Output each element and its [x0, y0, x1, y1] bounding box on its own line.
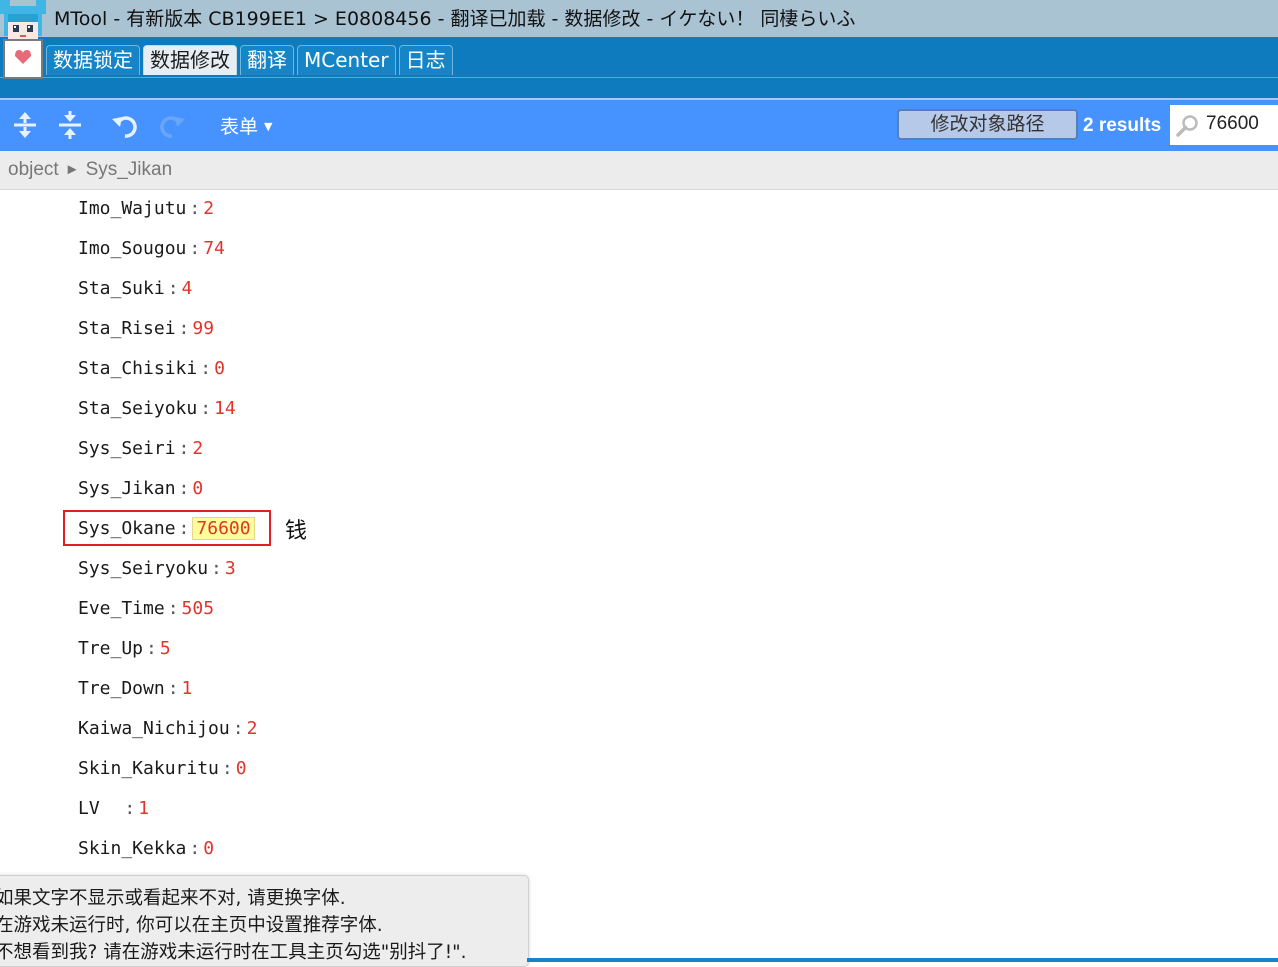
list-item[interactable]: LV :1	[78, 790, 149, 830]
list-item[interactable]: Sta_Suki:4	[78, 270, 192, 310]
form-menu-dropdown[interactable]: 表单 ▼	[220, 112, 272, 139]
separator: :	[221, 758, 233, 779]
field-value[interactable]: 0	[192, 478, 203, 499]
list-item[interactable]: Sys_Seiri:2	[78, 430, 203, 470]
separator: :	[211, 558, 222, 579]
separator: :	[178, 318, 190, 339]
field-key: Sta_Seiyoku	[78, 398, 198, 419]
list-item[interactable]: Sta_Chisiki:0	[78, 350, 225, 390]
field-value[interactable]: 2	[203, 198, 214, 219]
field-value[interactable]: 74	[203, 238, 225, 259]
list-item[interactable]: Imo_Sougou:74	[78, 230, 225, 270]
list-item[interactable]: Sys_Seiryoku:3	[78, 550, 236, 590]
tab-translate[interactable]: 翻译	[240, 45, 294, 75]
separator: :	[178, 438, 190, 459]
field-value[interactable]: 1	[182, 678, 193, 699]
field-key: Kaiwa_Nichijou	[78, 718, 230, 739]
breadcrumb-separator-icon: ►	[64, 161, 80, 178]
field-key: Imo_Sougou	[78, 238, 187, 259]
undo-icon[interactable]	[110, 110, 140, 140]
modify-path-button[interactable]: 修改对象路径	[897, 109, 1078, 140]
window-title: MTool - 有新版本 CB199EE1 > E0808456 - 翻译已加载…	[54, 8, 856, 30]
field-key: Imo_Wajutu	[78, 198, 187, 219]
field-key: Tre_Down	[78, 678, 165, 699]
separator: :	[200, 398, 212, 419]
field-value[interactable]: 2	[192, 438, 203, 459]
field-value[interactable]: 0	[203, 838, 214, 859]
tooltip-line: 在游戏未运行时, 你可以在主页中设置推荐字体.	[0, 915, 383, 936]
list-item[interactable]: Kaiwa_Nichijou:2	[78, 710, 257, 750]
field-value[interactable]: 0	[236, 758, 247, 779]
list-item[interactable]: Tre_Up:5	[78, 630, 171, 670]
separator: :	[124, 798, 136, 819]
mascot-avatar	[0, 0, 46, 79]
breadcrumb-current: Sys_Jikan	[85, 159, 173, 180]
field-value[interactable]: 3	[225, 558, 236, 579]
font-tip-tooltip: 如果文字不显示或看起来不对, 请更换字体. 在游戏未运行时, 你可以在主页中设置…	[0, 875, 529, 967]
title-bar: MTool - 有新版本 CB199EE1 > E0808456 - 翻译已加载…	[0, 0, 1278, 37]
field-key: Sta_Risei	[78, 318, 176, 339]
list-item[interactable]: Sta_Risei:99	[78, 310, 214, 350]
collapse-all-icon[interactable]	[55, 110, 85, 140]
caret-down-icon: ▼	[264, 120, 273, 133]
separator: :	[146, 638, 157, 659]
tooltip-line: 如果文字不显示或看起来不对, 请更换字体.	[0, 888, 346, 909]
list-item[interactable]: Skin_Kekka:0	[78, 830, 214, 870]
results-count: 2 results	[1083, 115, 1162, 136]
separator: :	[178, 478, 190, 499]
annotation-box	[63, 510, 271, 546]
field-key: Sys_Seiri	[78, 438, 176, 459]
toolbar: 表单 ▼ 修改对象路径 2 results	[0, 98, 1278, 151]
separator: :	[167, 598, 179, 619]
expand-all-icon[interactable]	[10, 110, 40, 140]
tooltip-line: 不想看到我? 请在游戏未运行时在工具主页勾选"别抖了!".	[0, 942, 467, 963]
field-value[interactable]: 14	[214, 398, 236, 419]
tab-data-modify[interactable]: 数据修改	[143, 45, 237, 75]
bottom-divider	[527, 958, 1278, 962]
field-key: Skin_Kakuritu	[78, 758, 219, 779]
tab-mcenter[interactable]: MCenter	[297, 45, 396, 75]
field-value[interactable]: 2	[247, 718, 258, 739]
separator: :	[200, 358, 212, 379]
redo-icon[interactable]	[157, 110, 187, 140]
list-item[interactable]: Skin_Kakuritu:0	[78, 750, 247, 790]
field-key: Eve_Time	[78, 598, 165, 619]
form-menu-label: 表单	[220, 116, 259, 138]
separator: :	[189, 838, 201, 859]
search-input[interactable]	[1206, 111, 1276, 137]
breadcrumb-root[interactable]: object	[8, 159, 59, 180]
list-item[interactable]: Eve_Time:505	[78, 590, 214, 630]
annotation-note: 钱	[285, 519, 308, 544]
field-key: Sta_Suki	[78, 278, 165, 299]
tab-strip: 数据锁定 数据修改 翻译 MCenter 日志	[0, 37, 1278, 98]
tab-data-lock[interactable]: 数据锁定	[46, 45, 140, 75]
field-value[interactable]: 505	[182, 598, 215, 619]
tab-divider	[0, 77, 1278, 78]
field-key: Sys_Seiryoku	[78, 558, 209, 579]
field-value[interactable]: 1	[138, 798, 149, 819]
breadcrumb: object ► Sys_Jikan	[0, 151, 1278, 190]
field-key: Sys_Jikan	[78, 478, 176, 499]
field-value[interactable]: 99	[192, 318, 214, 339]
field-key: LV	[78, 798, 122, 819]
list-item[interactable]: Tre_Down:1	[78, 670, 192, 710]
field-key: Skin_Kekka	[78, 838, 187, 859]
separator: :	[189, 238, 201, 259]
field-value[interactable]: 0	[214, 358, 225, 379]
separator: :	[189, 198, 201, 219]
field-value[interactable]: 4	[182, 278, 193, 299]
field-key: Sta_Chisiki	[78, 358, 198, 379]
list-item[interactable]: Sta_Seiyoku:14	[78, 390, 236, 430]
separator: :	[167, 678, 179, 699]
list-item[interactable]: Sys_Jikan:0	[78, 470, 203, 510]
separator: :	[167, 278, 179, 299]
tab-log[interactable]: 日志	[398, 45, 453, 75]
field-value[interactable]: 5	[160, 638, 171, 659]
search-icon	[1176, 115, 1198, 137]
field-key: Tre_Up	[78, 638, 144, 659]
separator: :	[232, 718, 244, 739]
search-box[interactable]	[1170, 105, 1278, 145]
list-item[interactable]: Imo_Wajutu:2	[78, 190, 214, 230]
